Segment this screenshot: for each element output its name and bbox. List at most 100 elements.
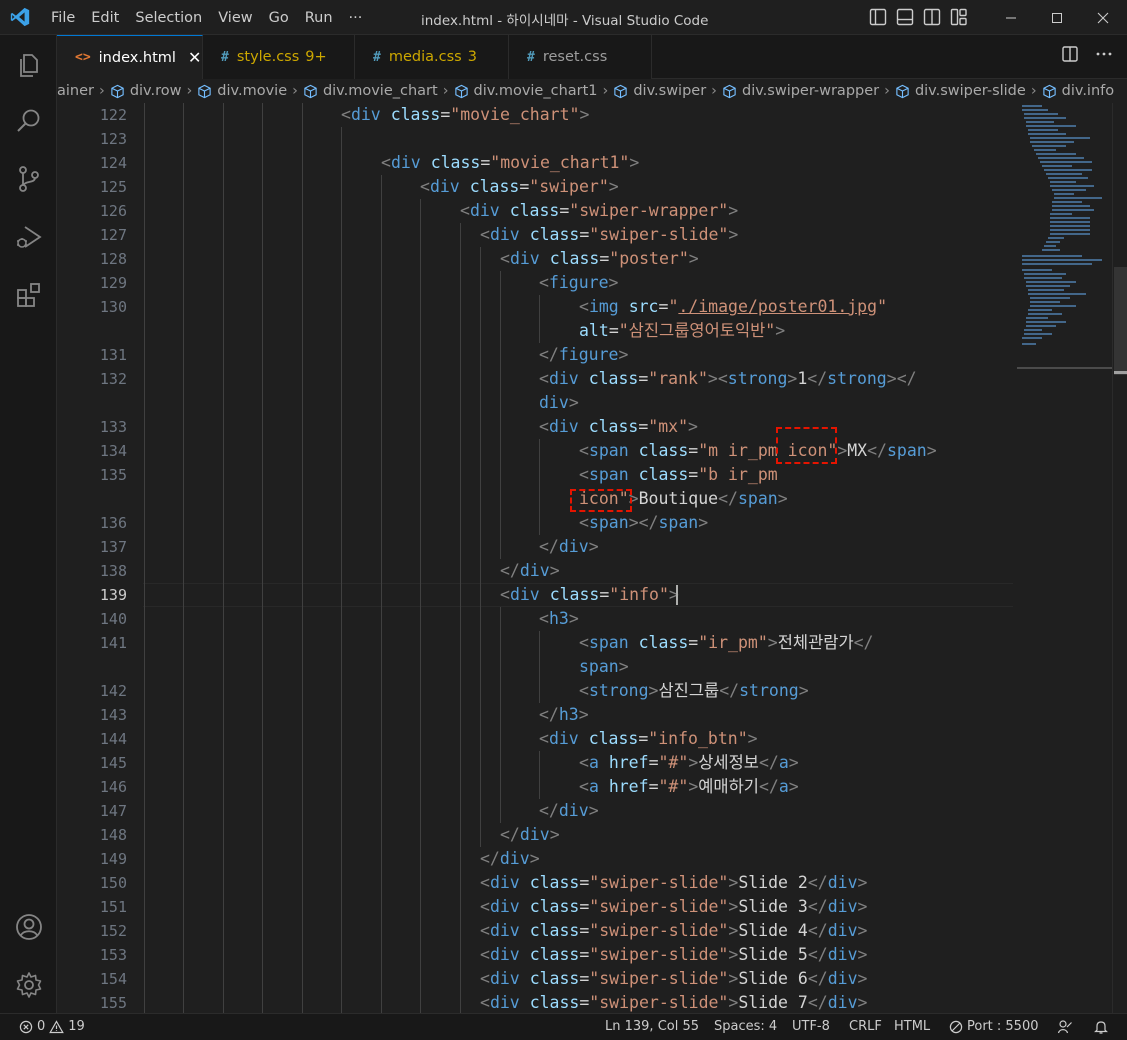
line-number [57,487,127,511]
close-window-button[interactable] [1080,0,1126,35]
code-line-147: </div> [539,801,599,820]
breadcrumb: ainer › div.row › div.movie › div.movie_… [57,79,1127,103]
line-number: 134 [99,442,127,460]
source-control-icon[interactable] [13,163,45,195]
breadcrumb-item[interactable]: ainer [57,83,94,99]
breadcrumb-item[interactable]: div.row [110,83,181,99]
eol-status[interactable]: CRLF [849,1019,882,1034]
tab-label: reset.css [542,49,608,65]
extensions-icon[interactable] [13,279,45,311]
scrollbar-thumb[interactable] [1114,267,1127,375]
vscode-logo-icon[interactable] [9,6,31,28]
indent-guide [539,751,540,799]
code-line-142: <strong>삼진그룹</strong> [579,681,809,700]
notifications-bell-icon[interactable] [1093,1019,1109,1035]
line-number: 154 [99,970,127,988]
error-icon [19,1020,33,1033]
menu-run[interactable]: Run [297,10,341,26]
menu-file[interactable]: File [43,10,83,26]
element-cube-icon [111,84,124,98]
line-number-gutter: 122 123 124 125 126 127 128 129 130 131 132 133 134 1… [57,103,127,1013]
code-line-130: <img src="./image/poster01.jpg" [579,297,887,316]
css-file-icon: # [373,49,381,65]
menu-go[interactable]: Go [261,10,297,26]
menu-more[interactable]: ··· [341,10,371,26]
tab-index-html[interactable]: <> index.html ✕ [57,35,203,79]
encoding-status[interactable]: UTF-8 [792,1019,830,1034]
indent-guide [302,103,303,1013]
tab-reset-css[interactable]: # reset.css [509,35,652,79]
settings-gear-icon[interactable] [13,969,45,1001]
code-line-152: <div class="swiper-slide">Slide 4</div> [480,921,868,940]
explorer-icon[interactable] [13,48,45,80]
breadcrumb-item[interactable]: div.movie_chart1 [454,83,598,99]
code-line-141-wrap: span> [579,657,629,676]
breadcrumb-item[interactable]: div.swiper-wrapper [722,83,879,99]
code-line-155: <div class="swiper-slide">Slide 7</div> [480,993,868,1012]
problem-count-badge: 9+ [305,49,327,65]
toggle-secondary-sidebar-icon[interactable] [922,7,942,27]
breadcrumb-item[interactable]: div.movie_chart [303,83,438,99]
code-line-149: </div> [480,849,540,868]
element-cube-icon [304,84,317,98]
minimap[interactable] [1017,103,1112,1013]
line-number: 146 [99,778,127,796]
toggle-primary-sidebar-icon[interactable] [868,7,888,27]
element-cube-icon [198,84,211,98]
chevron-right-icon: › [186,83,193,99]
html-file-icon: <> [75,50,91,65]
minimize-button[interactable] [988,0,1034,35]
line-number: 142 [99,682,127,700]
tab-style-css[interactable]: # style.css 9+ [203,35,355,79]
line-number: 137 [99,538,127,556]
language-mode[interactable]: HTML [894,1019,930,1034]
code-line-125: <div class="swiper"> [420,177,619,196]
image-path-link[interactable]: ./image/poster01.jpg [678,297,877,316]
code-line-148: </div> [500,825,560,844]
code-line-134: <span class="m ir_pm icon">MX</span> [579,441,937,460]
line-number: 138 [99,562,127,580]
more-actions-icon[interactable] [1095,45,1113,63]
maximize-button[interactable] [1034,0,1080,35]
css-file-icon: # [221,49,229,65]
menu-edit[interactable]: Edit [83,10,127,26]
problems-status[interactable]: 0 19 [19,1019,85,1034]
breadcrumb-item[interactable]: div.swiper [613,83,706,99]
code-line-126: <div class="swiper-wrapper"> [460,201,739,220]
breadcrumb-item[interactable]: div.info [1042,83,1114,99]
search-icon[interactable] [13,105,45,137]
element-cube-icon [454,84,468,98]
vertical-scrollbar[interactable] [1112,103,1127,1013]
breadcrumb-item[interactable]: div.movie [197,83,287,99]
code-editor[interactable]: 122 123 124 125 126 127 128 129 130 131 132 133 134 1… [57,103,1127,1013]
line-number: 143 [99,706,127,724]
account-icon[interactable] [13,911,45,943]
line-number: 148 [99,826,127,844]
indent-guide [341,127,342,1013]
code-line-137: </div> [539,537,599,556]
split-editor-icon[interactable] [1061,45,1079,63]
line-number: 144 [99,730,127,748]
tab-label: index.html [98,49,176,66]
indentation-status[interactable]: Spaces: 4 [714,1019,777,1034]
cursor-position[interactable]: Ln 139, Col 55 [605,1019,699,1034]
tab-media-css[interactable]: # media.css 3 [355,35,509,79]
line-number: 131 [99,346,127,364]
window-title: index.html - 하이시네마 - Visual Studio Code [421,13,709,29]
live-server-status[interactable]: Port : 5500 [949,1019,1039,1034]
line-number [57,655,127,679]
code-line-130-wrap: alt="삼진그룹영어토익반"> [579,321,786,340]
toggle-panel-icon[interactable] [895,7,915,27]
line-number: 130 [99,298,127,316]
accounts-feedback-icon[interactable] [1057,1019,1073,1035]
run-debug-icon[interactable] [13,221,45,253]
breadcrumb-item[interactable]: div.swiper-slide [895,83,1026,99]
line-number: 153 [99,946,127,964]
line-number: 152 [99,922,127,940]
line-number: 124 [99,154,127,172]
menu-selection[interactable]: Selection [127,10,210,26]
customize-layout-icon[interactable] [949,7,969,27]
menu-view[interactable]: View [210,10,260,26]
line-number: 135 [99,466,127,484]
close-tab-icon[interactable]: ✕ [188,48,201,67]
